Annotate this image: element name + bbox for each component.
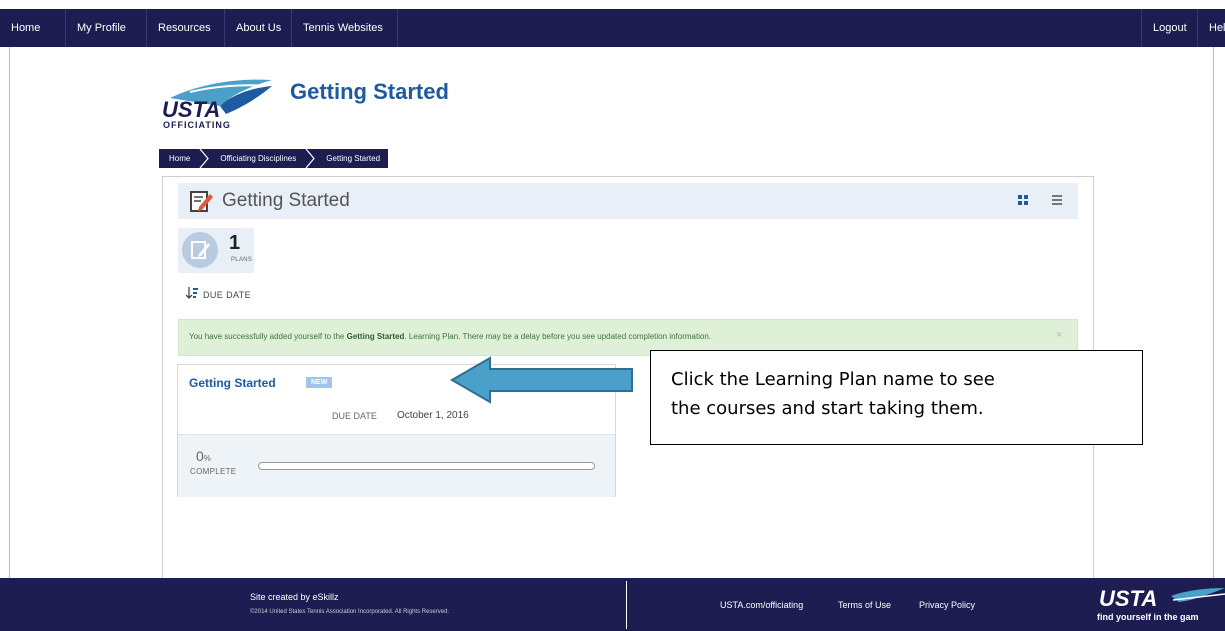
footer-usta-logo: USTA <box>1099 586 1225 610</box>
callout-line-1: Click the Learning Plan name to see <box>671 369 995 390</box>
breadcrumb-chevron-icon <box>198 149 211 168</box>
alert-message: You have successfully added yourself to … <box>189 332 712 341</box>
logo-text: USTA <box>162 97 220 122</box>
nav-item-logout[interactable]: Logout <box>1141 9 1197 47</box>
grid-view-icon[interactable] <box>1018 195 1028 205</box>
complete-label: COMPLETE <box>190 467 237 476</box>
nav-item-home[interactable]: Home <box>0 9 66 47</box>
footer-link-usta-officiating[interactable]: USTA.com/officiating <box>720 600 803 610</box>
footer-credit: Site created by eSkillz <box>250 592 339 602</box>
list-view-icon[interactable] <box>1052 195 1062 205</box>
nav-item-tennis-websites[interactable]: Tennis Websites <box>292 9 398 47</box>
footer-divider <box>626 581 627 629</box>
page-frame-right-border <box>1213 47 1214 578</box>
breadcrumb-home[interactable]: Home <box>159 149 199 168</box>
plans-edit-icon <box>182 232 218 268</box>
callout-line-2: the courses and start taking them. <box>671 398 984 419</box>
logo-subtext: OFFICIATING <box>163 120 231 130</box>
alert-plan-name: Getting Started <box>346 332 405 341</box>
nav-item-resources[interactable]: Resources <box>147 9 225 47</box>
due-date-value: October 1, 2016 <box>397 410 469 421</box>
nav-item-about-us[interactable]: About Us <box>225 9 292 47</box>
plans-count: 1 <box>229 232 241 254</box>
breadcrumb-officiating-disciplines[interactable]: Officiating Disciplines <box>210 149 305 168</box>
usta-officiating-logo: USTA OFFICIATING <box>162 79 272 130</box>
new-badge: NEW <box>306 377 333 388</box>
panel-title: Getting Started <box>222 190 350 211</box>
footer-link-privacy[interactable]: Privacy Policy <box>919 600 975 610</box>
breadcrumb-chevron-icon <box>304 149 317 168</box>
footer-logo-text: USTA <box>1099 586 1157 610</box>
percent-complete: 0% <box>196 448 211 464</box>
due-date-label: DUE DATE <box>332 411 377 421</box>
page-title: Getting Started <box>290 79 449 104</box>
nav-item-my-profile[interactable]: My Profile <box>66 9 147 47</box>
sort-icon[interactable] <box>186 287 198 299</box>
main-nav: Home My Profile Resources About Us Tenni… <box>0 9 1225 47</box>
edit-note-icon <box>190 191 213 212</box>
breadcrumb-getting-started[interactable]: Getting Started <box>316 149 389 168</box>
footer <box>0 578 1225 631</box>
footer-tagline: find yourself in the gam <box>1097 612 1199 622</box>
progress-bar <box>258 462 595 470</box>
learning-plan-title-link[interactable]: Getting Started <box>189 376 276 390</box>
footer-link-terms[interactable]: Terms of Use <box>838 600 891 610</box>
sort-due-date[interactable]: DUE DATE <box>203 290 251 300</box>
annotation-callout: Click the Learning Plan name to see the … <box>650 350 1143 445</box>
alert-close-icon[interactable]: × <box>1056 329 1062 341</box>
footer-copyright: ©2014 United States Tennis Association I… <box>250 609 450 615</box>
annotation-arrow-icon <box>450 356 633 404</box>
plans-label: PLANS <box>231 257 253 263</box>
top-strip <box>0 0 1225 9</box>
nav-item-help[interactable]: Hel <box>1197 9 1225 47</box>
breadcrumb: Home Officiating Disciplines Getting Sta… <box>159 149 389 168</box>
